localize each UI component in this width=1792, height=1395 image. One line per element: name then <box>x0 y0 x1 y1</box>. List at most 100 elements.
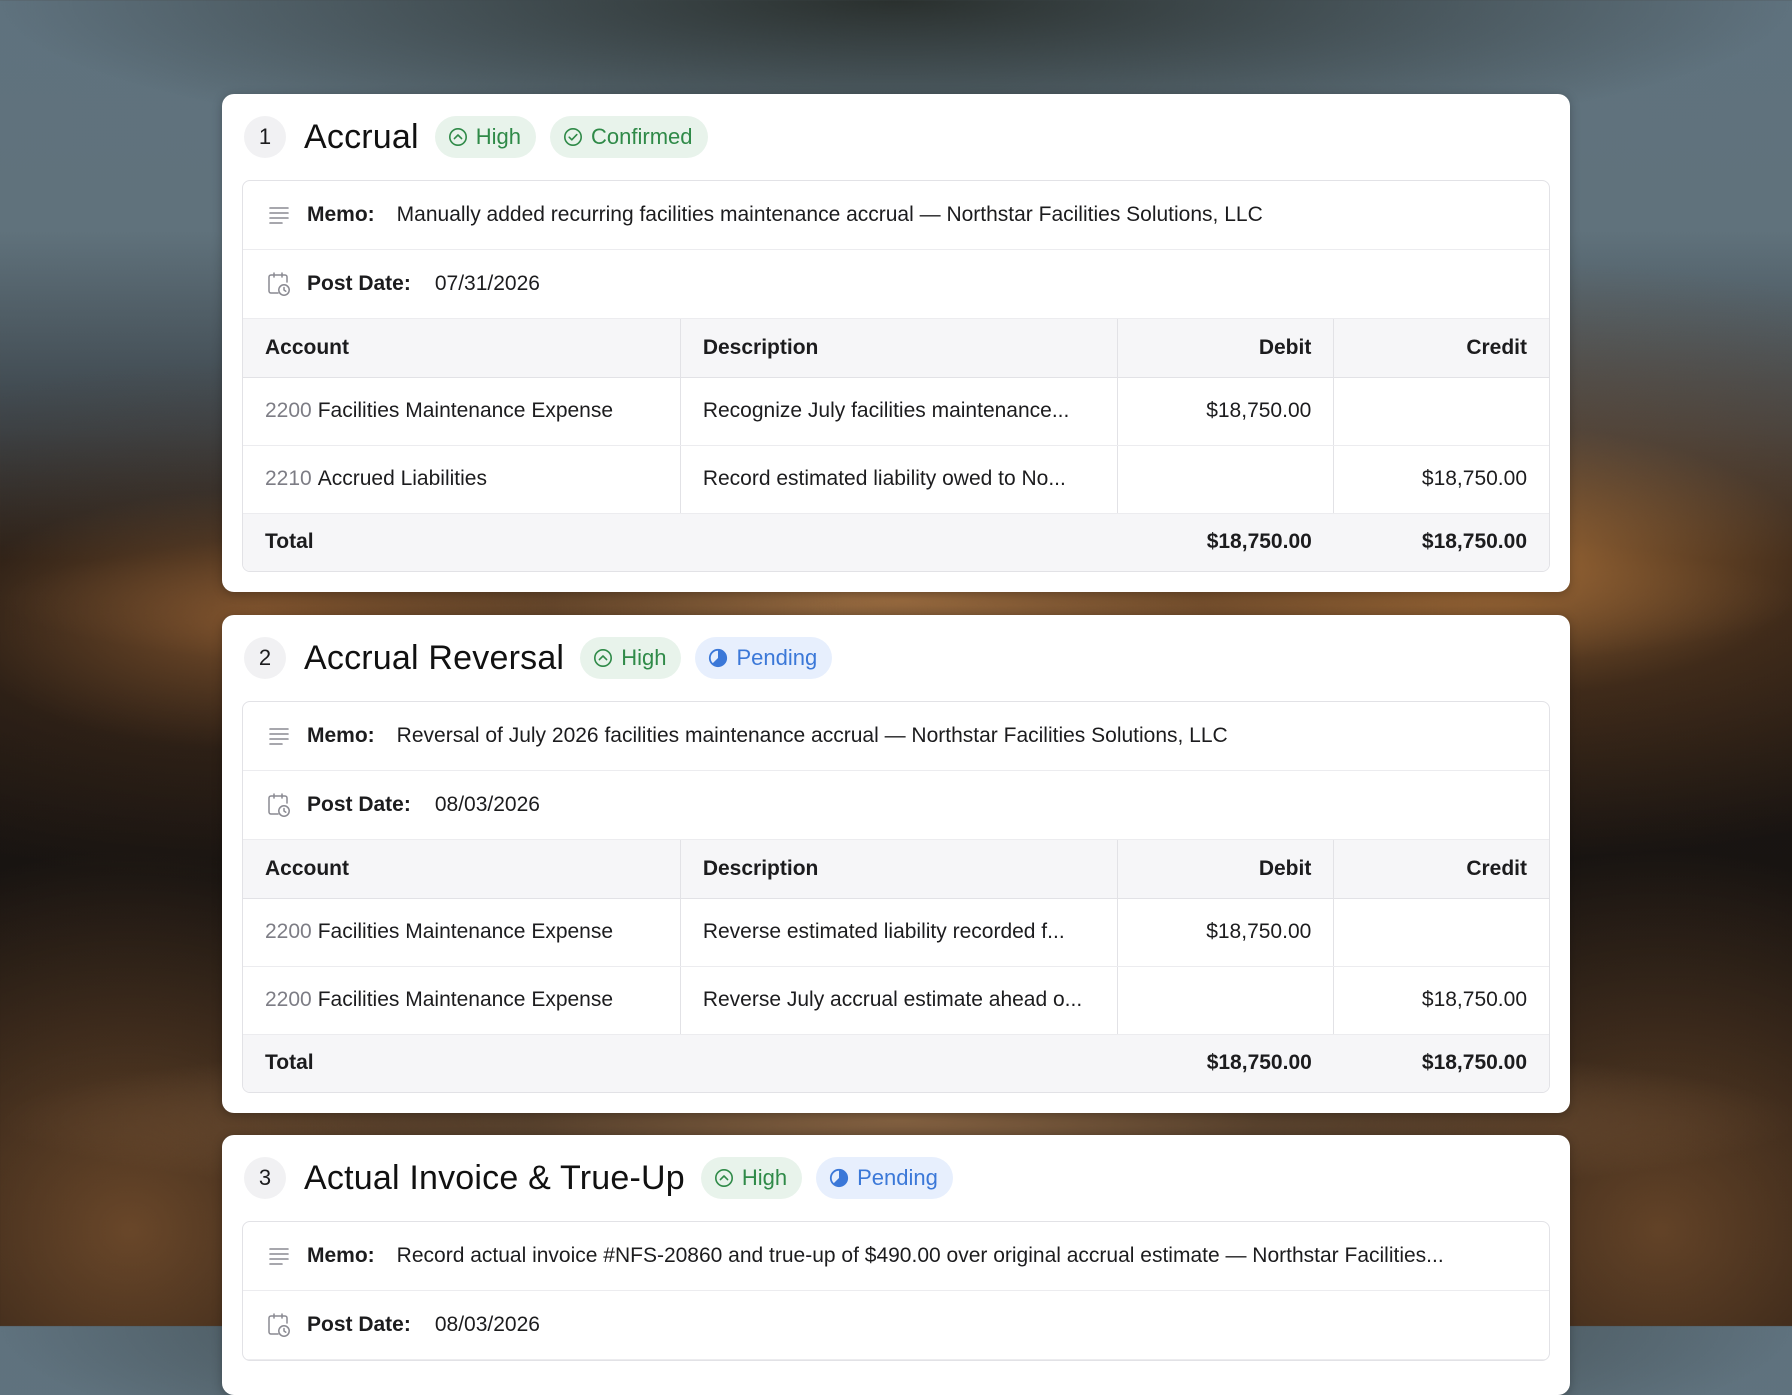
credit-cell: $18,750.00 <box>1333 445 1549 514</box>
entry-title: Accrual <box>304 117 419 156</box>
column-header-description: Description <box>679 319 1118 378</box>
memo-row: Memo: Manually added recurring facilitie… <box>243 181 1549 250</box>
credit-cell <box>1333 377 1549 446</box>
lines-icon <box>267 1244 291 1268</box>
post-date-value: 08/03/2026 <box>434 1313 540 1336</box>
entry-title: Actual Invoice & True-Up <box>304 1158 685 1197</box>
description-cell: Recognize July facilities maintenance... <box>679 377 1118 446</box>
account-code: 2210 <box>265 467 312 490</box>
status-badge[interactable]: Pending <box>695 637 833 679</box>
table-row[interactable]: 2200 Facilities Maintenance Expense Recog… <box>243 377 1549 446</box>
total-row: Total $18,750.00 $18,750.00 <box>243 1034 1549 1092</box>
calendar-clock-icon <box>267 272 291 296</box>
description-cell: Record estimated liability owed to No... <box>679 445 1118 514</box>
ledger-table: Account Description Debit Credit 2200 Fac… <box>243 319 1549 571</box>
calendar-clock-icon <box>267 793 291 817</box>
journal-entry-card-1: 1 Accrual High Confirmed Memo: Manually … <box>222 94 1570 592</box>
table-header-row: Account Description Debit Credit <box>243 319 1549 378</box>
journal-entry-card-3: 3 Actual Invoice & True-Up High Pending … <box>222 1135 1570 1395</box>
memo-label: Memo: <box>307 1244 375 1267</box>
priority-badge[interactable]: High <box>580 637 682 679</box>
debit-cell <box>1117 445 1334 514</box>
status-badge[interactable]: Confirmed <box>550 116 708 158</box>
total-label: Total <box>243 1034 681 1092</box>
column-header-debit: Debit <box>1117 840 1334 899</box>
column-header-debit: Debit <box>1117 319 1334 378</box>
half-pie-icon <box>709 648 728 668</box>
post-date-label: Post Date: <box>307 272 411 295</box>
card-header: 1 Accrual High Confirmed <box>242 94 1550 180</box>
total-spacer <box>680 1034 1118 1092</box>
memo-row: Memo: Reversal of July 2026 facilities m… <box>243 702 1549 771</box>
debit-cell: $18,750.00 <box>1117 377 1334 446</box>
priority-badge[interactable]: High <box>700 1157 803 1199</box>
entry-details: Memo: Record actual invoice #NFS-20860 a… <box>242 1221 1550 1361</box>
memo-text: Reversal of July 2026 facilities mainten… <box>396 724 1228 747</box>
account-cell: 2210 Accrued Liabilities <box>243 445 681 514</box>
chevron-up-circle-icon <box>714 1169 733 1187</box>
table-row[interactable]: 2210 Accrued Liabilities Record estimated… <box>243 445 1549 514</box>
account-cell: 2200 Facilities Maintenance Expense <box>243 898 681 967</box>
column-header-credit: Credit <box>1333 840 1549 899</box>
entry-title: Accrual Reversal <box>304 638 565 677</box>
table-header-row: Account Description Debit Credit <box>243 840 1549 899</box>
entry-number: 2 <box>244 637 286 679</box>
priority-label: High <box>741 1165 788 1190</box>
account-cell: 2200 Facilities Maintenance Expense <box>243 377 681 446</box>
lines-icon <box>267 724 291 748</box>
post-date-label: Post Date: <box>307 1313 411 1336</box>
post-date-row: Post Date: 07/31/2026 <box>243 250 1549 319</box>
table-row[interactable]: 2200 Facilities Maintenance Expense Rever… <box>243 966 1549 1035</box>
status-label: Pending <box>736 645 818 670</box>
description-cell: Reverse estimated liability recorded f..… <box>679 898 1118 967</box>
description-cell: Reverse July accrual estimate ahead o... <box>679 966 1118 1035</box>
post-date-value: 08/03/2026 <box>434 793 540 816</box>
card-header: 3 Actual Invoice & True-Up High Pending <box>242 1135 1550 1221</box>
account-code: 2200 <box>265 399 312 422</box>
account-name: Facilities Maintenance Expense <box>317 988 614 1011</box>
chevron-up-circle-icon <box>448 128 467 146</box>
post-date-label: Post Date: <box>307 793 411 816</box>
table-row[interactable]: 2200 Facilities Maintenance Expense Rever… <box>243 898 1549 967</box>
account-code: 2200 <box>265 988 312 1011</box>
account-name: Facilities Maintenance Expense <box>317 399 614 422</box>
column-header-credit: Credit <box>1333 319 1549 378</box>
priority-label: High <box>621 645 667 670</box>
post-date-value: 07/31/2026 <box>434 272 540 295</box>
entry-details: Memo: Reversal of July 2026 facilities m… <box>242 701 1550 1093</box>
memo-label: Memo: <box>307 724 375 747</box>
ledger-table: Account Description Debit Credit 2200 Fac… <box>243 840 1549 1092</box>
calendar-clock-icon <box>267 1313 291 1337</box>
half-pie-icon <box>830 1168 849 1188</box>
account-name: Facilities Maintenance Expense <box>317 920 614 943</box>
credit-cell <box>1333 898 1549 967</box>
total-spacer <box>680 513 1118 571</box>
total-debit: $18,750.00 <box>1117 513 1334 571</box>
status-label: Confirmed <box>591 124 693 149</box>
journal-entry-card-2: 2 Accrual Reversal High Pending Memo: Re… <box>222 615 1570 1113</box>
account-code: 2200 <box>265 920 312 943</box>
total-credit: $18,750.00 <box>1333 513 1549 571</box>
memo-row: Memo: Record actual invoice #NFS-20860 a… <box>243 1222 1549 1291</box>
priority-label: High <box>475 124 522 149</box>
memo-text: Record actual invoice #NFS-20860 and tru… <box>396 1244 1444 1267</box>
entry-number: 1 <box>244 116 286 158</box>
memo-label: Memo: <box>307 203 375 226</box>
account-cell: 2200 Facilities Maintenance Expense <box>243 966 681 1035</box>
card-header: 2 Accrual Reversal High Pending <box>242 615 1550 701</box>
status-label: Pending <box>857 1165 938 1190</box>
column-header-account: Account <box>243 319 681 378</box>
column-header-description: Description <box>679 840 1118 899</box>
status-badge[interactable]: Pending <box>816 1157 953 1199</box>
debit-cell: $18,750.00 <box>1117 898 1334 967</box>
total-credit: $18,750.00 <box>1333 1034 1549 1092</box>
account-name: Accrued Liabilities <box>317 467 487 490</box>
check-circle-icon <box>564 128 583 146</box>
chevron-up-circle-icon <box>594 649 613 667</box>
total-label: Total <box>243 513 681 571</box>
column-header-account: Account <box>243 840 681 899</box>
priority-badge[interactable]: High <box>434 116 537 158</box>
credit-cell: $18,750.00 <box>1333 966 1549 1035</box>
total-debit: $18,750.00 <box>1117 1034 1334 1092</box>
post-date-row: Post Date: 08/03/2026 <box>243 771 1549 840</box>
